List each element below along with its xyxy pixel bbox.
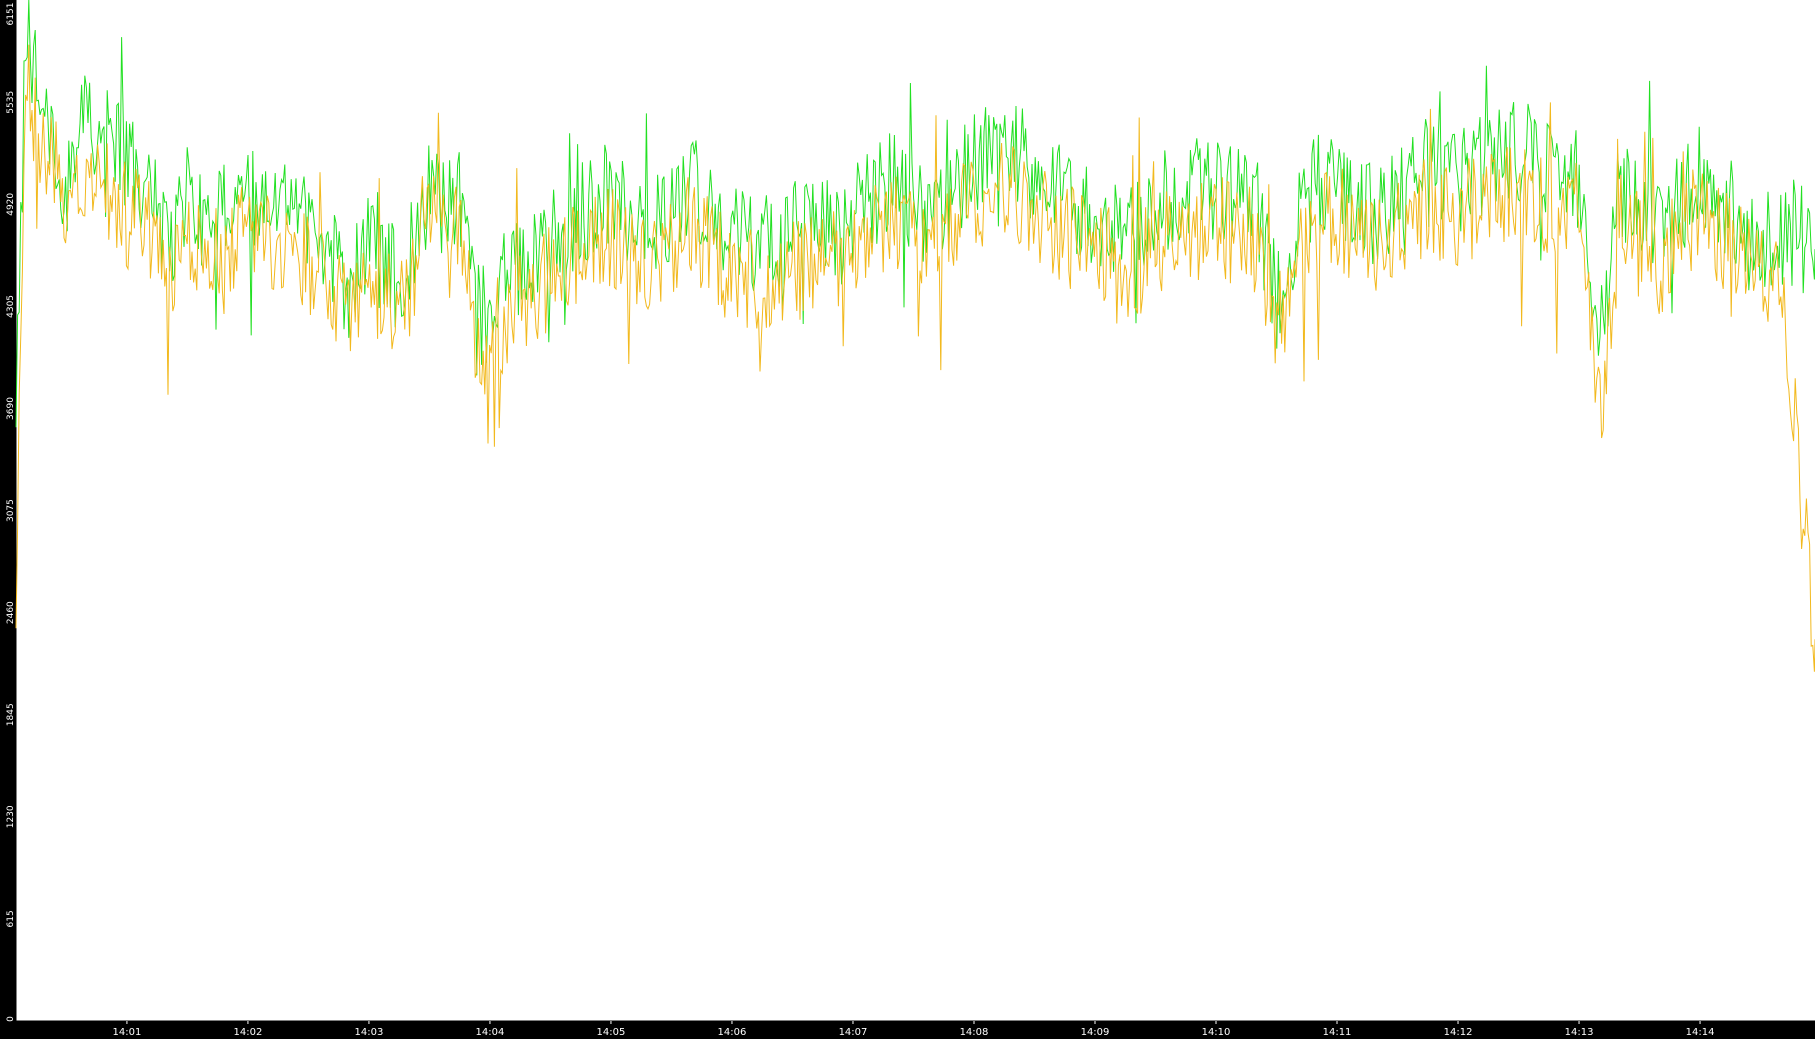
y-tick-label: 615 xyxy=(6,910,16,927)
chart-root: 0 615 1230 1845 2460 3075 3690 4305 4920 5535 6151… xyxy=(0,0,1815,1039)
y-tick-label: 4920 xyxy=(6,193,16,216)
y-tick-label: 5535 xyxy=(6,91,16,114)
plot-area xyxy=(16,0,1815,1021)
x-tick-label: 14:08 xyxy=(960,1027,989,1038)
y-tick-label: 3075 xyxy=(6,499,16,522)
y-tick-label: 1230 xyxy=(6,805,16,828)
x-tick-label: 14:11 xyxy=(1323,1027,1352,1038)
x-tick-label: 14:04 xyxy=(476,1027,505,1038)
y-tick-label: 3690 xyxy=(6,397,16,420)
y-tick-label: 0 xyxy=(6,1016,16,1022)
x-tick-label: 14:01 xyxy=(113,1027,142,1038)
x-tick-label: 14:10 xyxy=(1202,1027,1231,1038)
x-tick-label: 14:06 xyxy=(718,1027,747,1038)
x-tick-label: 14:13 xyxy=(1565,1027,1594,1038)
x-tick-label: 14:09 xyxy=(1081,1027,1110,1038)
x-tick-label: 14:02 xyxy=(234,1027,263,1038)
y-tick-label: 6151 xyxy=(6,3,16,26)
x-tick-label: 14:12 xyxy=(1444,1027,1473,1038)
y-tick-label: 2460 xyxy=(6,601,16,624)
y-tick-label: 1845 xyxy=(6,703,16,726)
x-tick-label: 14:03 xyxy=(355,1027,384,1038)
axes-layer xyxy=(15,0,1815,1022)
x-tick-label: 14:05 xyxy=(597,1027,626,1038)
y-tick-label: 4305 xyxy=(6,295,16,318)
line-chart: 0 615 1230 1845 2460 3075 3690 4305 4920 5535 6151… xyxy=(6,0,1815,1038)
x-tick-label: 14:07 xyxy=(839,1027,868,1038)
x-tick-label: 14:14 xyxy=(1686,1027,1715,1038)
